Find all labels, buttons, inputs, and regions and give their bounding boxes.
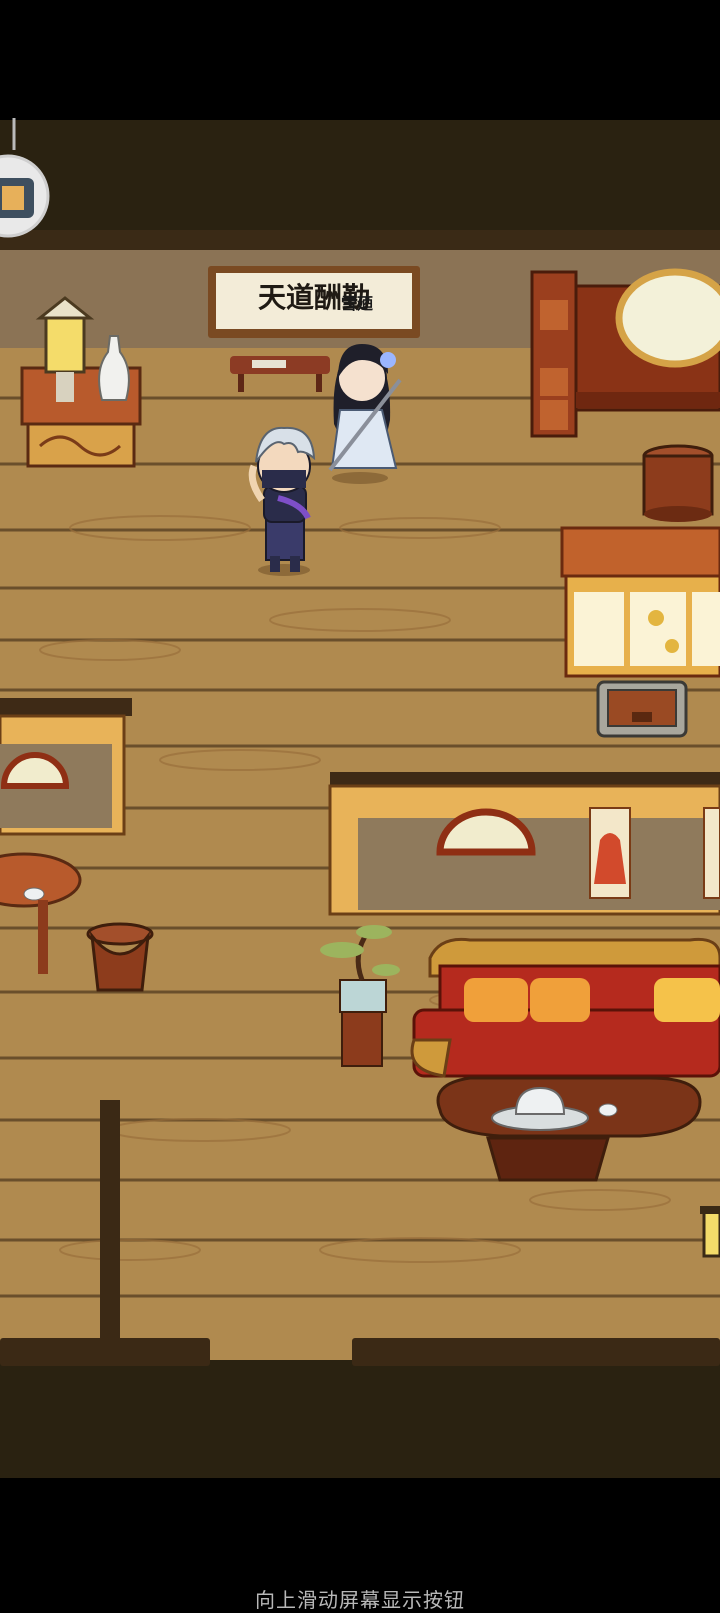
game-scene[interactable] (0, 0, 720, 1602)
floor-lantern[interactable] (700, 1206, 720, 1258)
vanity-cabinet[interactable] (530, 268, 720, 438)
wooden-pillar (100, 1100, 120, 1344)
wall-top-trim (0, 230, 720, 252)
inner-room-wall (328, 772, 720, 916)
plaque-overlay-text: 雪廼 (341, 294, 374, 313)
bottom-wall-right (352, 1338, 720, 1366)
wooden-barrel[interactable] (642, 444, 714, 522)
plaque-text: 天道酬勤 (257, 281, 370, 314)
treasure-chest[interactable] (596, 680, 688, 738)
left-room-wall (0, 698, 132, 836)
floral-screen[interactable] (560, 526, 720, 678)
floor-bottom-band (0, 1360, 720, 1480)
round-stool[interactable] (86, 922, 154, 992)
red-sofa[interactable] (410, 937, 720, 1078)
swipe-up-hint: 向上滑动屏幕显示按钮 (255, 1588, 465, 1612)
npc-swordswoman-character[interactable] (328, 344, 402, 484)
ceiling-band (0, 120, 720, 234)
top-bar (0, 0, 720, 120)
